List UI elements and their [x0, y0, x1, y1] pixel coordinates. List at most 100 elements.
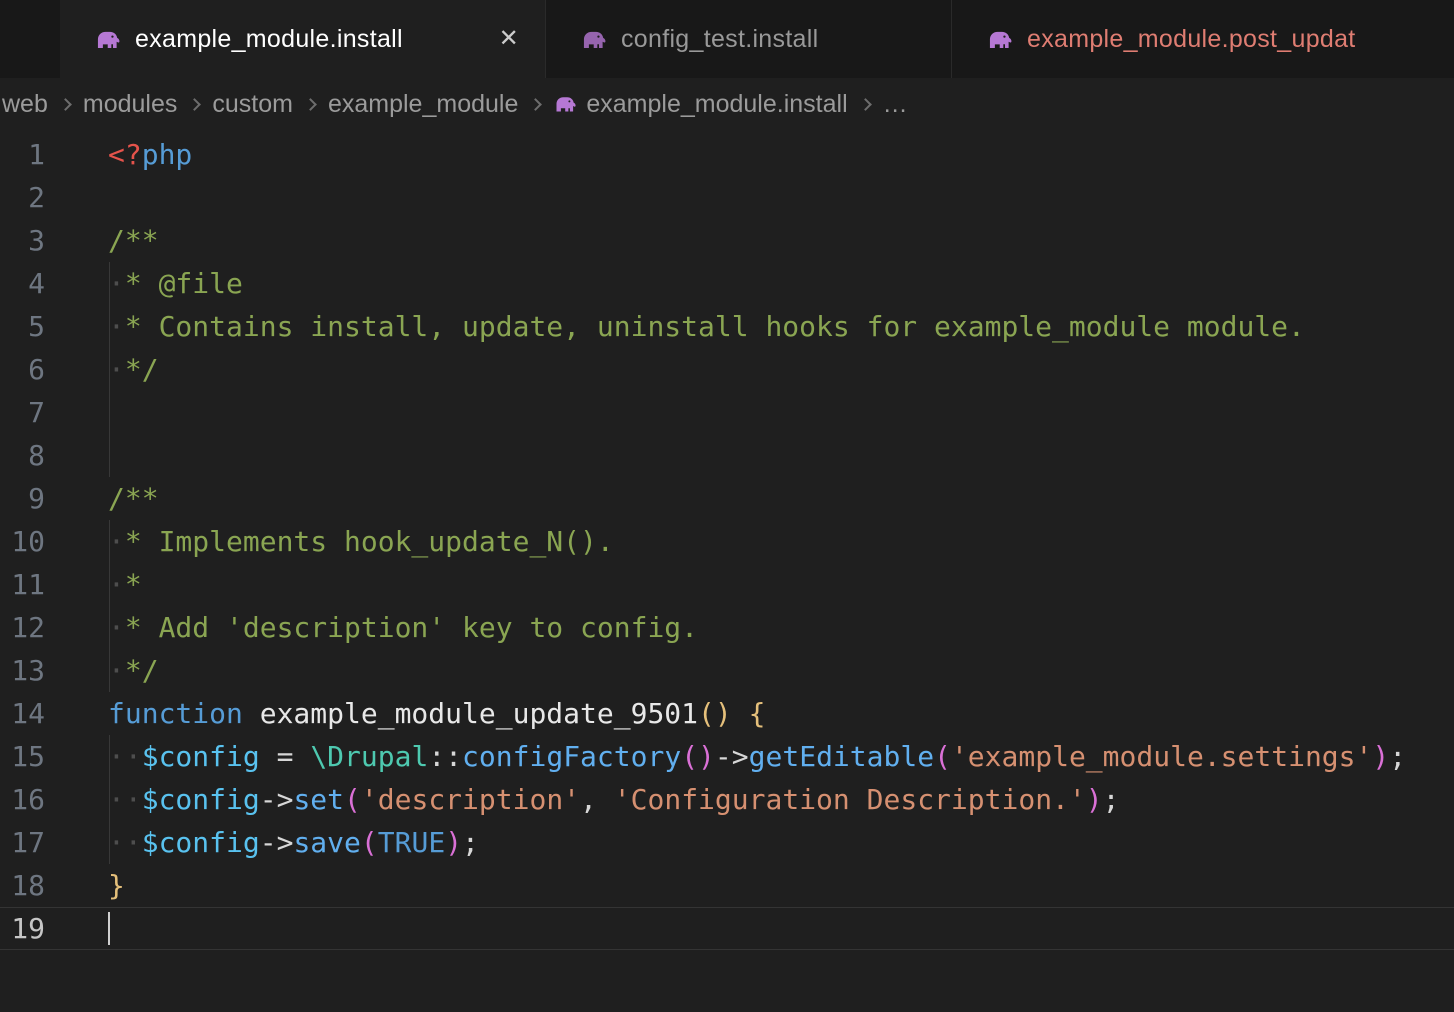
code-line: 11·*	[0, 563, 1454, 606]
code-line: 16··$config->set('description', 'Configu…	[0, 778, 1454, 821]
code-line-text[interactable]: ·* @file	[45, 262, 243, 305]
code-line-text[interactable]	[45, 434, 108, 477]
code-token: php	[142, 138, 193, 171]
code-token: ;	[462, 826, 479, 859]
code-token: $config	[142, 783, 260, 816]
tab-bar-container: example_module.install ✕ config_test.insta…	[0, 0, 1454, 78]
code-line-text[interactable]: /**	[45, 219, 159, 262]
breadcrumb-item[interactable]: web	[2, 90, 48, 119]
code-token: configFactory	[462, 740, 681, 773]
code-token: */	[125, 353, 159, 386]
chevron-right-icon	[189, 98, 202, 111]
code-token: ·	[108, 568, 125, 601]
code-line-text[interactable]	[45, 176, 108, 219]
code-token: ·	[108, 611, 125, 644]
code-token: 'description'	[361, 783, 580, 816]
code-line: 18}	[0, 864, 1454, 907]
line-number: 7	[0, 391, 45, 434]
code-token: ()	[698, 697, 732, 730]
code-token: $config	[142, 740, 260, 773]
breadcrumb-item-label: example_module.install	[586, 90, 847, 119]
breadcrumb-item[interactable]: …	[883, 90, 908, 119]
code-line: 7	[0, 391, 1454, 434]
line-number: 11	[0, 563, 45, 606]
code-token: )	[1372, 740, 1389, 773]
breadcrumb-item-label: …	[883, 90, 908, 119]
line-number: 14	[0, 692, 45, 735]
tab-config_test.install[interactable]: config_test.install	[546, 0, 952, 78]
chevron-right-icon	[59, 98, 72, 111]
breadcrumb-item[interactable]: custom	[212, 90, 293, 119]
line-number: 13	[0, 649, 45, 692]
code-token: $config	[142, 826, 260, 859]
code-line-text[interactable]: ·*/	[45, 348, 159, 391]
line-number: 8	[0, 434, 45, 477]
code-line-text[interactable]: ·* Implements hook_update_N().	[45, 520, 614, 563]
code-token: */	[125, 654, 159, 687]
line-number: 3	[0, 219, 45, 262]
code-token: function	[108, 697, 243, 730]
code-line-text[interactable]: <?php	[45, 133, 192, 176]
breadcrumb-item[interactable]: example_module.install	[553, 90, 847, 119]
code-token	[732, 697, 749, 730]
code-line-text[interactable]: ·*	[45, 563, 142, 606]
breadcrumb: web modules custom example_module example_mo…	[0, 78, 1454, 130]
code-token: ··	[108, 826, 142, 859]
code-token: )	[445, 826, 462, 859]
line-number: 18	[0, 864, 45, 907]
code-token: example_module_update_9501	[260, 697, 698, 730]
code-line-text[interactable]: /**	[45, 477, 159, 520]
line-number: 10	[0, 520, 45, 563]
code-token: *	[125, 568, 142, 601]
code-line-text[interactable]: ·* Contains install, update, uninstall h…	[45, 305, 1305, 348]
code-line-text[interactable]: ·* Add 'description' key to config.	[45, 606, 698, 649]
code-token: set	[293, 783, 344, 816]
code-token: ;	[1103, 783, 1120, 816]
line-number: 1	[0, 133, 45, 176]
code-token: save	[293, 826, 360, 859]
code-line-text[interactable]: ··$config->set('description', 'Configura…	[45, 778, 1120, 821]
code-token: getEditable	[749, 740, 934, 773]
code-line-text[interactable]: function example_module_update_9501() {	[45, 692, 765, 735]
tab-example_module.post_updat[interactable]: example_module.post_updat	[952, 0, 1454, 78]
breadcrumb-item[interactable]: modules	[83, 90, 178, 119]
code-token: ··	[108, 783, 142, 816]
code-line-text[interactable]	[45, 391, 108, 434]
code-line: 9 /**	[0, 477, 1454, 520]
code-token: /**	[108, 482, 159, 515]
breadcrumb-item-label: example_module	[328, 90, 518, 119]
close-icon[interactable]: ✕	[499, 27, 519, 51]
line-number: 15	[0, 735, 45, 778]
php-elephant-icon	[986, 26, 1013, 53]
code-line-text[interactable]: }	[45, 864, 125, 907]
line-number: 9	[0, 477, 45, 520]
code-token: \Drupal	[310, 740, 428, 773]
code-token: (	[934, 740, 951, 773]
code-token: ::	[428, 740, 462, 773]
tab-example_module.install[interactable]: example_module.install ✕	[60, 0, 546, 78]
code-token: ()	[681, 740, 715, 773]
editor[interactable]: 1<?php23/**4·* @file5·* Contains install…	[0, 130, 1454, 950]
code-token: <?	[108, 138, 142, 171]
code-line: 19	[0, 907, 1454, 950]
code-token: =	[260, 740, 311, 773]
code-line-text[interactable]: ··$config->save(TRUE);	[45, 821, 479, 864]
line-number: 6	[0, 348, 45, 391]
code-token: * Contains install, update, uninstall ho…	[125, 310, 1305, 343]
text-cursor	[108, 912, 110, 945]
line-number: 19	[0, 907, 45, 950]
tab-label: example_module.post_updat	[1027, 25, 1428, 54]
code-token: (	[344, 783, 361, 816]
tab-label: example_module.install	[135, 25, 485, 54]
code-token: ,	[580, 783, 614, 816]
code-line-text[interactable]	[45, 907, 108, 950]
code-token	[243, 697, 260, 730]
breadcrumb-item[interactable]: example_module	[328, 90, 518, 119]
code-line-text[interactable]: ·*/	[45, 649, 159, 692]
line-number: 16	[0, 778, 45, 821]
breadcrumb-item-label: modules	[83, 90, 178, 119]
php-elephant-icon	[580, 26, 607, 53]
code-line-text[interactable]: ··$config = \Drupal::configFactory()->ge…	[45, 735, 1406, 778]
chevron-right-icon	[304, 98, 317, 111]
code-line: 6·*/	[0, 348, 1454, 391]
